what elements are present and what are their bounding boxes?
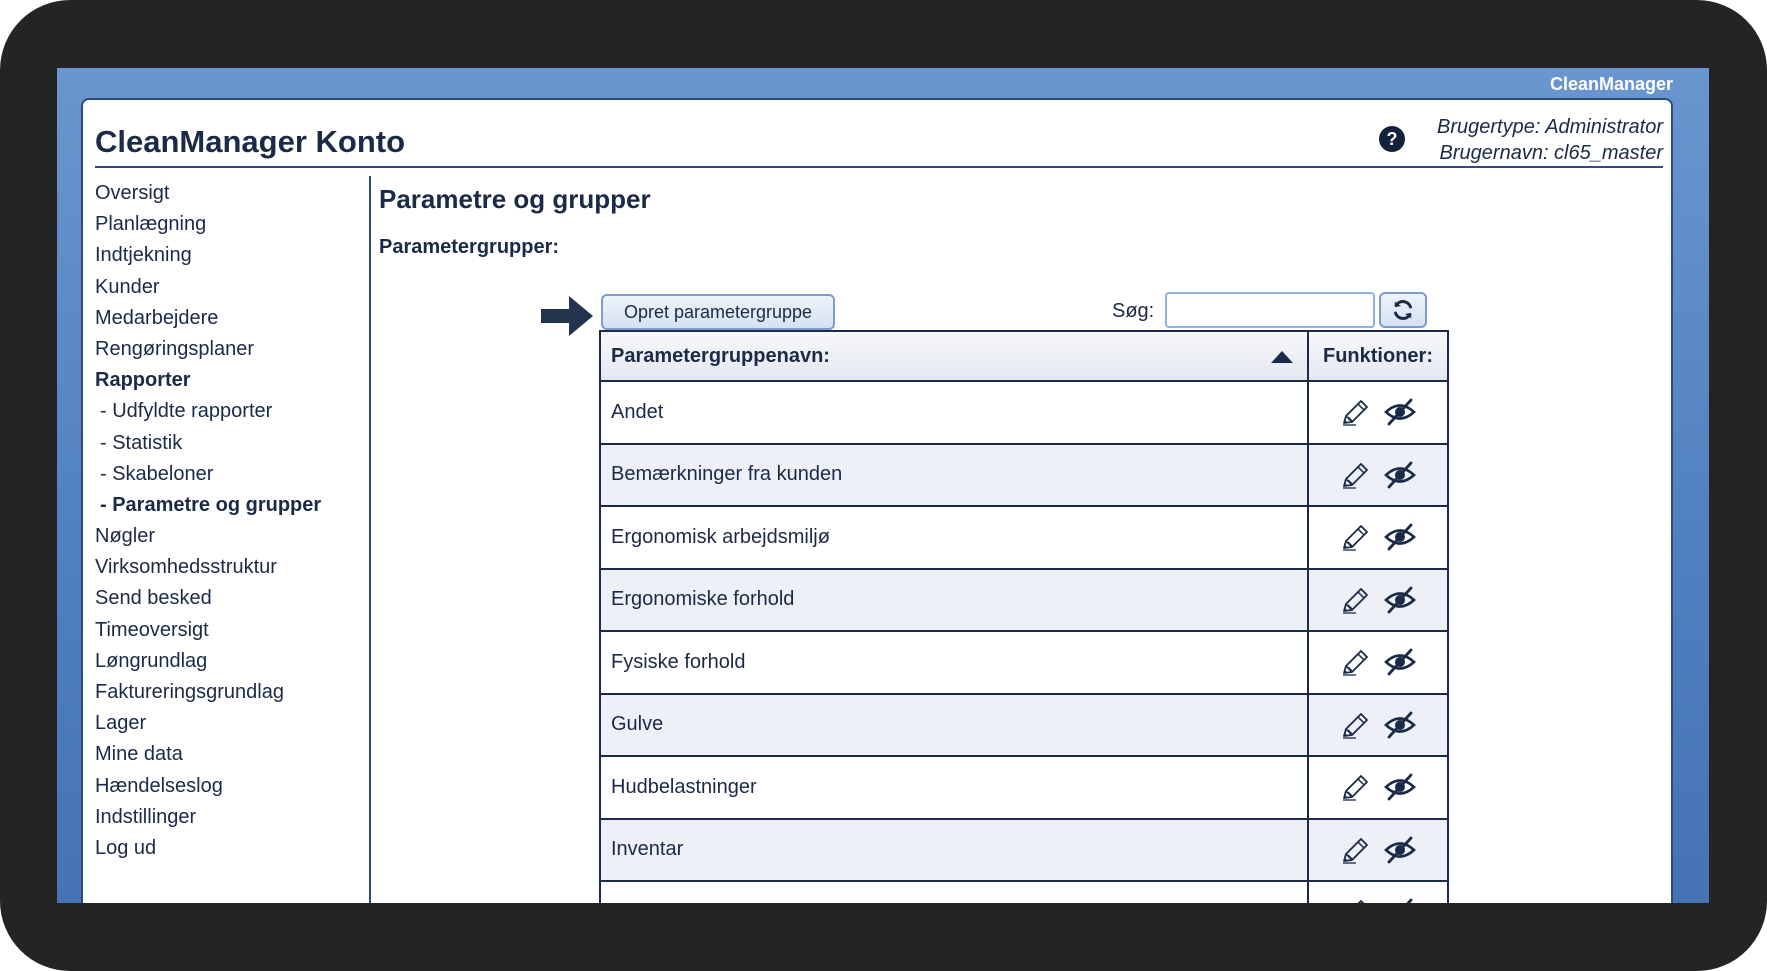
sidebar-item-10[interactable]: - Parametre og grupper <box>95 490 367 521</box>
sidebar-item-13[interactable]: Send besked <box>95 583 367 614</box>
column-header-functions: Funktioner: <box>1309 332 1447 380</box>
edit-pencil-icon[interactable] <box>1340 835 1372 865</box>
parameter-group-name: Inventar <box>601 819 1309 880</box>
table-row: Andet <box>601 382 1447 445</box>
user-type: Brugertype: Administrator <box>1436 116 1663 138</box>
row-functions <box>1309 757 1447 818</box>
search-input[interactable] <box>1165 292 1375 328</box>
sidebar-item-18[interactable]: Mine data <box>95 739 367 770</box>
create-parameter-group-button[interactable]: Opret parametergruppe <box>601 294 835 330</box>
table-row: Fysiske forhold <box>601 632 1447 695</box>
parameter-group-name: Fysiske forhold <box>601 632 1309 693</box>
column-header-functions-label: Funktioner: <box>1323 344 1433 367</box>
sidebar-item-8[interactable]: - Statistik <box>95 428 367 459</box>
row-functions <box>1309 632 1447 693</box>
parameter-group-name: Kemi <box>601 882 1309 903</box>
edit-pencil-icon[interactable] <box>1340 397 1372 427</box>
main-panel: CleanManager Konto ? Brugertype: Adminis… <box>81 98 1673 903</box>
parameter-group-name: Andet <box>601 382 1309 443</box>
refresh-icon <box>1394 300 1412 320</box>
column-header-name[interactable]: Parametergruppenavn: <box>601 332 1309 380</box>
row-functions <box>1309 445 1447 506</box>
sidebar-item-19[interactable]: Hændelseslog <box>95 771 367 802</box>
parameter-group-table: Parametergruppenavn: Funktioner: Andet Be… <box>599 330 1449 903</box>
table-row: Inventar <box>601 819 1447 882</box>
refresh-button[interactable] <box>1379 292 1427 328</box>
sidebar-item-1[interactable]: Planlægning <box>95 209 367 240</box>
hide-eye-icon[interactable] <box>1384 772 1416 802</box>
hide-eye-icon[interactable] <box>1384 835 1416 865</box>
sidebar-item-3[interactable]: Kunder <box>95 272 367 303</box>
row-functions <box>1309 820 1447 881</box>
edit-pencil-icon[interactable] <box>1340 522 1372 552</box>
content-area: Parametre og grupper Parametergrupper: O… <box>379 176 1671 903</box>
user-info: Brugertype: Administrator Brugernavn: cl… <box>1437 114 1663 166</box>
parameter-group-name: Gulve <box>601 694 1309 755</box>
hide-eye-icon[interactable] <box>1384 897 1416 903</box>
sidebar-item-20[interactable]: Indstillinger <box>95 802 367 833</box>
row-functions <box>1309 507 1447 568</box>
app-window: CleanManager CleanManager Konto ? Bruger… <box>57 68 1709 903</box>
edit-pencil-icon[interactable] <box>1340 772 1372 802</box>
help-icon[interactable]: ? <box>1379 126 1405 152</box>
sidebar-item-9[interactable]: - Skabeloner <box>95 459 367 490</box>
column-header-name-label: Parametergruppenavn: <box>611 344 830 367</box>
page-title: Parametre og grupper <box>379 184 651 214</box>
app-title: CleanManager Konto <box>95 124 406 159</box>
sidebar-item-7[interactable]: - Udfyldte rapporter <box>95 396 367 427</box>
sidebar-item-4[interactable]: Medarbejdere <box>95 303 367 334</box>
arrow-right-icon <box>541 296 593 336</box>
table-row: Kemi <box>601 882 1447 903</box>
parameter-group-name: Ergonomiske forhold <box>601 569 1309 630</box>
sidebar-divider <box>369 176 371 903</box>
header-divider <box>95 166 1663 168</box>
row-functions <box>1309 570 1447 631</box>
table-row: Bemærkninger fra kunden <box>601 444 1447 507</box>
sidebar-item-16[interactable]: Faktureringsgrundlag <box>95 677 367 708</box>
hide-eye-icon[interactable] <box>1384 397 1416 427</box>
sidebar-item-17[interactable]: Lager <box>95 708 367 739</box>
parameter-group-name: Ergonomisk arbejdsmiljø <box>601 507 1309 568</box>
table-row: Ergonomiske forhold <box>601 569 1447 632</box>
sidebar-item-12[interactable]: Virksomhedsstruktur <box>95 552 367 583</box>
hide-eye-icon[interactable] <box>1384 585 1416 615</box>
table-header-row: Parametergruppenavn: Funktioner: <box>601 332 1447 382</box>
hide-eye-icon[interactable] <box>1384 647 1416 677</box>
sidebar-item-15[interactable]: Løngrundlag <box>95 646 367 677</box>
edit-pencil-icon[interactable] <box>1340 897 1372 903</box>
section-label: Parametergrupper: <box>379 236 560 258</box>
sidebar-item-2[interactable]: Indtjekning <box>95 240 367 271</box>
parameter-group-name: Bemærkninger fra kunden <box>601 444 1309 505</box>
hide-eye-icon[interactable] <box>1384 460 1416 490</box>
sidebar-item-14[interactable]: Timeoversigt <box>95 615 367 646</box>
brand-label: CleanManager <box>1549 74 1673 94</box>
edit-pencil-icon[interactable] <box>1340 647 1372 677</box>
sidebar-item-11[interactable]: Nøgler <box>95 521 367 552</box>
table-row: Ergonomisk arbejdsmiljø <box>601 507 1447 570</box>
table-row: Hudbelastninger <box>601 757 1447 820</box>
row-functions <box>1309 882 1447 903</box>
sidebar-item-21[interactable]: Log ud <box>95 833 367 864</box>
sidebar-item-6[interactable]: Rapporter <box>95 365 367 396</box>
row-functions <box>1309 695 1447 756</box>
table-row: Gulve <box>601 694 1447 757</box>
search-label: Søg: <box>1112 300 1155 322</box>
sidebar-item-5[interactable]: Rengøringsplaner <box>95 334 367 365</box>
device-frame: CleanManager CleanManager Konto ? Bruger… <box>0 0 1767 971</box>
edit-pencil-icon[interactable] <box>1340 710 1372 740</box>
hide-eye-icon[interactable] <box>1384 710 1416 740</box>
sort-ascending-icon[interactable] <box>1271 351 1293 363</box>
parameter-group-name: Hudbelastninger <box>601 757 1309 818</box>
sidebar-item-0[interactable]: Oversigt <box>95 178 367 209</box>
sidebar-nav: Oversigt Planlægning Indtjekning Kunder Meda… <box>95 178 367 864</box>
edit-pencil-icon[interactable] <box>1340 585 1372 615</box>
edit-pencil-icon[interactable] <box>1340 460 1372 490</box>
row-functions <box>1309 382 1447 443</box>
hide-eye-icon[interactable] <box>1384 522 1416 552</box>
user-name: Brugernavn: cl65_master <box>1439 142 1663 164</box>
